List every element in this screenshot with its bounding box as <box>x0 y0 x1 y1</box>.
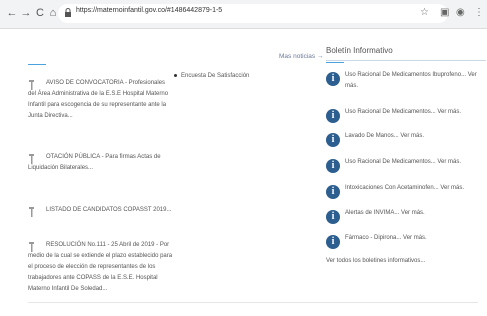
all-bulletins-link[interactable]: Ver todos los boletines informativos... <box>326 258 425 264</box>
news-item[interactable]: LISTADO DE CANDIDATOS COPASST 2019... <box>28 205 173 217</box>
info-icon <box>326 72 340 86</box>
reload-icon[interactable]: C <box>34 7 46 19</box>
info-icon <box>326 210 340 224</box>
survey-link[interactable]: Encuesta De Satisfacción <box>174 73 249 79</box>
more-news-link[interactable]: Mas noticias → <box>279 53 323 60</box>
star-icon[interactable]: ☆ <box>420 7 429 18</box>
sidebar-accent-line <box>326 62 344 63</box>
bullet-icon <box>174 73 177 77</box>
news-item[interactable]: AVISO DE CONVOCATORIA - Profesionales de… <box>28 78 173 122</box>
info-icon <box>326 159 340 173</box>
news-divider <box>28 64 173 65</box>
footer-divider <box>28 302 478 303</box>
forward-icon[interactable]: → <box>20 7 32 19</box>
sidebar-title: Boletín Informativo <box>326 46 393 55</box>
news-thumbnail-icon <box>29 242 34 252</box>
back-icon[interactable]: ← <box>6 7 18 19</box>
extension-icon[interactable]: ▣ <box>440 7 449 18</box>
browser-toolbar: ← → C ⌂ https://maternoinfantil.gov.co/#… <box>0 0 487 29</box>
info-icon <box>326 185 340 199</box>
news-item[interactable]: OTACIÓN PÚBLICA - Para firmas Actas de L… <box>28 152 173 174</box>
info-icon <box>326 109 340 123</box>
menu-icon[interactable]: ⋮ <box>474 7 484 18</box>
news-thumbnail-icon <box>29 80 34 90</box>
info-icon <box>326 235 340 249</box>
account-icon[interactable]: ◉ <box>456 7 465 18</box>
news-thumbnail-icon <box>29 207 34 217</box>
address-bar[interactable]: https://maternoinfantil.gov.co/#14864428… <box>58 4 448 23</box>
lock-icon <box>65 8 71 17</box>
news-thumbnail-icon <box>29 154 34 164</box>
sidebar-divider <box>326 60 486 61</box>
info-icon <box>326 133 340 147</box>
news-item[interactable]: RESOLUCIÓN No.111 - 25 Abril de 2019 - P… <box>28 240 173 295</box>
url-text: https://maternoinfantil.gov.co/#14864428… <box>76 7 223 14</box>
